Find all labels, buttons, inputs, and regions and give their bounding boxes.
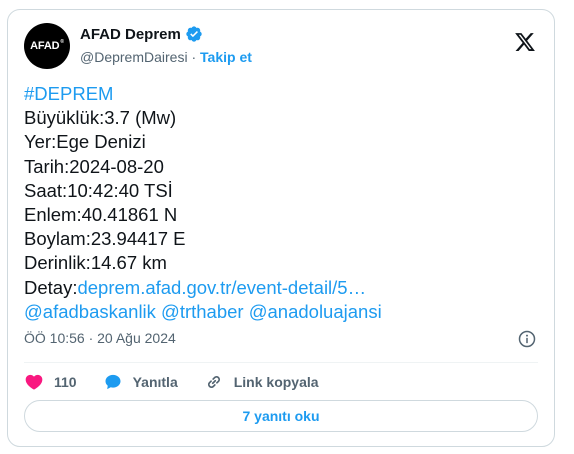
copy-link-button[interactable]: Link kopyala [204, 372, 319, 392]
display-name[interactable]: AFAD Deprem [80, 26, 181, 43]
like-count: 110 [54, 374, 77, 390]
location-text: Yer:Ege Denizi [24, 131, 146, 153]
time-text: Saat:10:42:40 TSİ [24, 179, 173, 201]
handle[interactable]: @DepremDairesi [80, 49, 188, 65]
author-names: AFAD Deprem @DepremDairesi · Takip et [80, 25, 252, 66]
hashtag-link[interactable]: #DEPREM [24, 82, 382, 106]
avatar[interactable]: AFAD ® [24, 23, 70, 69]
tweet-body: #DEPREM Büyüklük:3.7 (Mw) Yer:Ege Denizi… [24, 82, 382, 324]
copy-link-label: Link kopyala [233, 374, 319, 390]
date-text: Tarih:2024-08-20 [24, 155, 164, 177]
latitude-text: Enlem:40.41861 N [24, 204, 178, 226]
read-replies-button[interactable]: 7 yanıtı oku [24, 400, 538, 432]
display-name-row: AFAD Deprem [80, 25, 252, 43]
magnitude-text: Büyüklük:3.7 (Mw) [24, 107, 177, 129]
like-button[interactable]: 110 [24, 372, 77, 392]
action-bar: 110 Yanıtla Link kopyala [24, 370, 345, 394]
reply-button[interactable]: Yanıtla [103, 372, 178, 392]
mentions-links[interactable]: @afadbaskanlik @trthaber @anadoluajansi [24, 300, 382, 324]
avatar-text: AFAD [30, 40, 60, 52]
follow-button[interactable]: Takip et [200, 49, 252, 65]
detail-prefix: Detay: [24, 276, 78, 298]
x-logo-icon[interactable] [514, 31, 536, 53]
reply-label: Yanıtla [132, 374, 178, 390]
registered-mark: ® [60, 39, 64, 45]
divider [24, 362, 538, 363]
handle-line: @DepremDairesi · Takip et [80, 49, 252, 65]
detail-link[interactable]: deprem.afad.gov.tr/event-detail/5… [77, 277, 366, 298]
timestamp[interactable]: ÖÖ 10:56 · 20 Ağu 2024 [24, 330, 176, 346]
link-icon [207, 376, 220, 388]
detail-line: Detay:deprem.afad.gov.tr/event-detail/5… [24, 276, 382, 300]
info-icon[interactable] [518, 330, 536, 348]
separator: · [191, 49, 197, 65]
tweet-header: AFAD ® AFAD Deprem @DepremDairesi · Takip… [24, 23, 538, 71]
verified-badge-icon [186, 26, 202, 42]
speech-bubble-icon [105, 374, 121, 390]
longitude-text: Boylam:23.94417 E [24, 228, 186, 250]
heart-icon [25, 374, 43, 390]
tweet-card: AFAD ® AFAD Deprem @DepremDairesi · Takip… [7, 9, 555, 447]
depth-text: Derinlik:14.67 km [24, 252, 167, 274]
